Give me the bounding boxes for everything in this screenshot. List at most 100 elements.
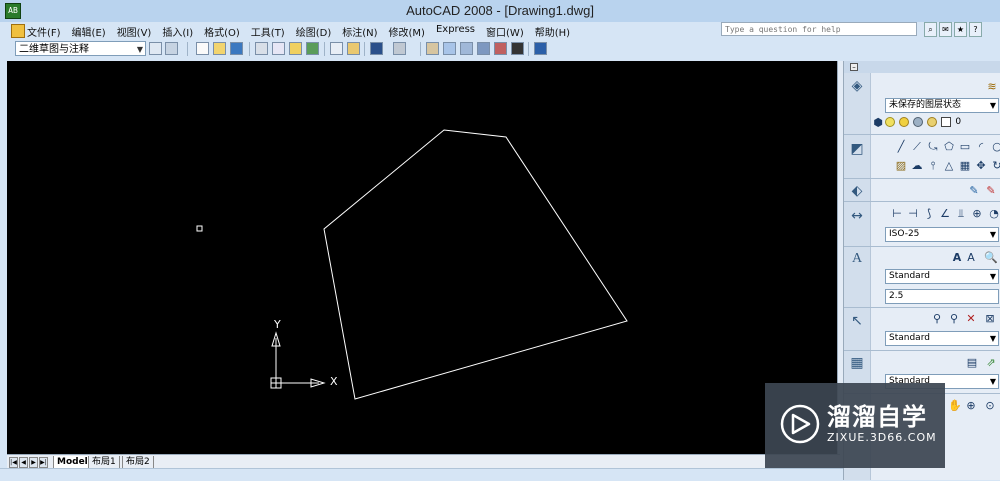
3d-print-icon[interactable] <box>306 42 319 55</box>
layer-properties-icon[interactable]: ≋ <box>986 81 998 93</box>
plot-icon[interactable] <box>255 42 268 55</box>
redo-icon[interactable] <box>393 42 406 55</box>
document-menu-icon[interactable] <box>11 24 25 38</box>
dim-style-icon[interactable]: ⊕ <box>971 208 983 220</box>
multileader-panel-icon[interactable]: ↖ <box>849 313 865 329</box>
tables-panel-icon[interactable]: ▦ <box>849 355 865 371</box>
menu-insert[interactable]: 插入(I) <box>162 24 193 39</box>
menu-edit[interactable]: 编辑(E) <box>72 24 106 39</box>
menu-tools[interactable]: 工具(T) <box>251 24 285 39</box>
toolbar-separator <box>249 42 250 56</box>
polyline-icon[interactable]: ⤿ <box>927 141 939 153</box>
multiline-text-icon[interactable]: A <box>951 252 963 264</box>
rectangle-icon[interactable]: ▭ <box>959 141 971 153</box>
menu-help[interactable]: 帮助(H) <box>535 24 570 39</box>
menu-dimension[interactable]: 标注(N) <box>342 24 377 39</box>
menu-modify[interactable]: 修改(M) <box>389 24 425 39</box>
erase-icon[interactable]: ✎ <box>985 185 997 197</box>
match-props-panel-icon[interactable]: ⬖ <box>849 183 865 199</box>
next-tab-icon[interactable]: ▶ <box>29 457 38 468</box>
search-icon[interactable]: ⌕ <box>924 22 937 37</box>
zoom-window-icon[interactable] <box>443 42 456 55</box>
add-leader-icon[interactable]: ⚲ <box>948 313 960 325</box>
revision-cloud-icon[interactable]: ☁ <box>911 160 923 172</box>
ordinate-dim-icon[interactable]: ⫫ <box>955 208 967 220</box>
toolbar-separator <box>528 42 529 56</box>
properties-icon[interactable] <box>477 42 490 55</box>
menu-format[interactable]: 格式(O) <box>204 24 240 39</box>
angular-dim-icon[interactable]: ∠ <box>939 208 951 220</box>
design-center-icon[interactable] <box>494 42 507 55</box>
cut-icon[interactable] <box>330 42 343 55</box>
make-current-layer-icon[interactable]: ⬢ <box>872 117 884 129</box>
save-icon[interactable] <box>230 42 243 55</box>
zoom-window-icon[interactable]: ⊙ <box>984 400 996 412</box>
first-tab-icon[interactable]: |◀ <box>9 457 18 468</box>
find-text-icon[interactable]: 🔍 <box>984 252 998 264</box>
mleader-style-select[interactable]: Standard ▼ <box>885 331 999 346</box>
menu-draw[interactable]: 绘图(D) <box>296 24 332 39</box>
table-icon[interactable]: ▤ <box>966 357 978 369</box>
aligned-dim-icon[interactable]: ⊣ <box>907 208 919 220</box>
pan-realtime-icon[interactable]: ✋ <box>948 400 962 412</box>
menu-view[interactable]: 视图(V) <box>117 24 152 39</box>
layers-panel-icon[interactable]: ◈ <box>849 78 865 94</box>
toolbar-separator <box>187 42 188 56</box>
workspace-save-icon[interactable] <box>165 42 178 55</box>
zoom-previous-icon[interactable] <box>460 42 473 55</box>
layer-state-select[interactable]: 未保存的图层状态 ▼ <box>885 98 999 113</box>
current-layer-control[interactable]: 0 <box>885 116 999 129</box>
continue-dim-icon[interactable]: ⟆ <box>923 208 935 220</box>
dimensions-panel-icon[interactable]: ↔ <box>849 208 865 224</box>
workspace-settings-icon[interactable] <box>149 42 162 55</box>
radius-dim-icon[interactable]: ◔ <box>988 208 1000 220</box>
polygon-icon[interactable]: ⬠ <box>943 141 955 153</box>
match-properties-icon[interactable] <box>347 42 360 55</box>
menu-express[interactable]: Express <box>436 24 475 39</box>
open-icon[interactable] <box>213 42 226 55</box>
text-panel-icon[interactable]: A <box>849 251 865 267</box>
brush-icon[interactable]: ✎ <box>968 185 980 197</box>
minimize-icon[interactable]: – <box>850 63 858 71</box>
text-height-input[interactable]: 2.5 <box>885 289 999 304</box>
text-style-select[interactable]: Standard ▼ <box>885 269 999 284</box>
offset-icon[interactable]: △ <box>943 160 955 172</box>
publish-icon[interactable] <box>289 42 302 55</box>
plot-preview-icon[interactable] <box>272 42 285 55</box>
pentagon-shape[interactable] <box>323 129 628 400</box>
new-icon[interactable] <box>196 42 209 55</box>
hatch-icon[interactable]: ▨ <box>895 160 907 172</box>
construction-line-icon[interactable]: ⟋ <box>911 141 923 153</box>
undo-icon[interactable] <box>370 42 383 55</box>
calculator-icon[interactable] <box>511 42 524 55</box>
linear-dim-icon[interactable]: ⊢ <box>891 208 903 220</box>
zoom-realtime-icon[interactable]: ⊕ <box>965 400 977 412</box>
remove-leader-icon[interactable]: ✕ <box>965 313 977 325</box>
pan-icon[interactable] <box>426 42 439 55</box>
toolbar-separator <box>420 42 421 56</box>
arc-icon[interactable]: ◜ <box>975 141 987 153</box>
2d-draw-panel-icon[interactable]: ◩ <box>849 141 865 157</box>
infocenter-help-icon[interactable]: ? <box>969 22 982 37</box>
dim-style-select[interactable]: ISO-25 ▼ <box>885 227 999 242</box>
drawing-canvas[interactable]: Y X <box>7 61 837 454</box>
help-icon[interactable] <box>534 42 547 55</box>
array-icon[interactable]: ▦ <box>959 160 971 172</box>
mirror-icon[interactable]: ⫯ <box>927 160 939 172</box>
multileader-icon[interactable]: ⚲ <box>931 313 943 325</box>
menu-file[interactable]: 文件(F) <box>27 24 61 39</box>
move-icon[interactable]: ✥ <box>975 160 987 172</box>
menu-window[interactable]: 窗口(W) <box>486 24 524 39</box>
workspace-select[interactable]: 二维草图与注释 ▼ <box>15 41 146 56</box>
last-tab-icon[interactable]: ▶| <box>39 457 48 468</box>
align-leader-icon[interactable]: ⊠ <box>984 313 996 325</box>
single-line-text-icon[interactable]: A <box>965 252 977 264</box>
circle-icon[interactable]: ○ <box>991 141 1000 153</box>
favorites-star-icon[interactable]: ★ <box>954 22 967 37</box>
communication-center-icon[interactable]: ✉ <box>939 22 952 37</box>
data-link-icon[interactable]: ⇗ <box>985 357 997 369</box>
rotate-icon[interactable]: ↻ <box>991 160 1000 172</box>
line-icon[interactable]: ╱ <box>895 141 907 153</box>
help-search-input[interactable]: Type a question for help <box>721 22 917 36</box>
prev-tab-icon[interactable]: ◀ <box>19 457 28 468</box>
